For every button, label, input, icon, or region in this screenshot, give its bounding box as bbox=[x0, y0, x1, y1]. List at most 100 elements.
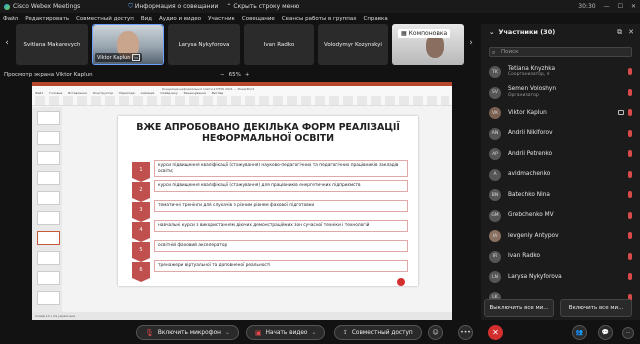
menu-item[interactable]: Сеансы работы в группах bbox=[282, 16, 357, 22]
participant-row[interactable]: GM Grebchenko MV bbox=[489, 206, 634, 226]
menu-item[interactable]: Вид bbox=[141, 16, 152, 22]
zoom-level[interactable]: 65% bbox=[229, 72, 241, 78]
menu-item[interactable]: Аудио и видео bbox=[159, 16, 201, 22]
menu-item[interactable]: Совещание bbox=[242, 16, 275, 22]
menu-item[interactable]: Справка bbox=[363, 16, 387, 22]
zoom-controls: − 65% + bbox=[220, 72, 249, 78]
slide-thumbnail[interactable] bbox=[37, 231, 60, 245]
chevron-down-icon[interactable]: ⌄ bbox=[225, 330, 230, 336]
participant-row[interactable]: VK Viktor Kaplun bbox=[489, 103, 634, 123]
participant-row[interactable]: AN Andrii Nikiforov bbox=[489, 124, 634, 144]
avatar: AN bbox=[489, 127, 501, 140]
participant-row[interactable]: SV Semen Voloshyn Организатор bbox=[489, 83, 634, 103]
menu-item[interactable]: Участник bbox=[208, 16, 235, 22]
mic-muted-icon[interactable] bbox=[628, 88, 632, 96]
menu-item[interactable]: Совместный доступ bbox=[76, 16, 134, 22]
video-tile[interactable]: Volodymyr Kozynskyi bbox=[318, 24, 388, 65]
avatar: BN bbox=[489, 189, 501, 201]
participant-name: Batechko Nina bbox=[508, 191, 550, 198]
slide-thumbnail[interactable] bbox=[37, 111, 60, 125]
shared-screen[interactable]: Концепція неформальної освіти в ІППО 202… bbox=[32, 82, 452, 320]
popout-icon[interactable]: ⧉ bbox=[617, 28, 622, 37]
participant-row[interactable]: LN Larysa Nykyforova bbox=[489, 267, 634, 287]
mic-muted-icon[interactable] bbox=[628, 232, 632, 239]
participant-row[interactable]: IR Ivan Radko bbox=[489, 247, 634, 267]
avatar: LN bbox=[489, 271, 501, 283]
slide-thumbnail[interactable] bbox=[37, 131, 60, 145]
video-tile[interactable]: ▦ Компоновка bbox=[392, 24, 464, 65]
participant-row[interactable]: TK Tetiana Knyzhka Соорганизатор, я bbox=[489, 62, 634, 82]
mic-muted-icon[interactable] bbox=[628, 252, 632, 260]
arrow-number: 6 bbox=[132, 262, 150, 282]
slide-title: ВЖЕ АПРОБОВАНО ДЕКІЛЬКА ФОРМ РЕАЛІЗАЦІЇ … bbox=[136, 122, 400, 144]
more-button[interactable]: ••• bbox=[458, 325, 473, 340]
more-options-button[interactable]: ⋯ bbox=[622, 327, 634, 339]
hide-menu-button[interactable]: ⌃ Скрыть строку меню bbox=[226, 3, 299, 10]
mic-muted-icon[interactable] bbox=[628, 170, 632, 178]
slide-thumbnail[interactable] bbox=[37, 271, 60, 285]
ribbon-tab[interactable]: Рецензування bbox=[184, 91, 206, 95]
participants-toggle-button[interactable]: 👥 bbox=[572, 325, 587, 340]
end-meeting-button[interactable]: ✕ bbox=[488, 325, 503, 340]
slide-thumbnail[interactable] bbox=[37, 151, 60, 165]
participant-search-input[interactable]: ⌕ Поиск bbox=[489, 47, 632, 57]
mic-muted-icon[interactable] bbox=[628, 129, 632, 137]
ribbon-tab[interactable]: Головна bbox=[49, 91, 62, 95]
mic-muted-icon[interactable] bbox=[628, 211, 632, 219]
participant-name: Ievgeniy Antypov bbox=[508, 232, 559, 239]
chevron-down-icon[interactable]: ⌄ bbox=[311, 330, 316, 336]
ribbon-tab[interactable]: Вигляд bbox=[212, 91, 223, 95]
chat-button[interactable]: 💬 bbox=[598, 325, 613, 340]
arrow-number: 5 bbox=[132, 242, 150, 262]
zoom-in-button[interactable]: + bbox=[245, 72, 250, 78]
unmute-all-button[interactable]: Включить все ми... bbox=[560, 299, 632, 317]
ribbon-tab[interactable]: Анімація bbox=[141, 91, 155, 95]
mic-muted-icon[interactable] bbox=[628, 191, 632, 198]
slide-thumbnails bbox=[32, 107, 62, 312]
ribbon-tab[interactable]: Файл bbox=[35, 91, 43, 95]
arrow-number: 4 bbox=[132, 222, 150, 242]
video-tile-active[interactable]: Viktor Kaplun ▭ bbox=[92, 24, 164, 65]
participant-row[interactable]: Aavidmachenko bbox=[489, 165, 634, 185]
mic-muted-icon[interactable] bbox=[628, 150, 632, 157]
unmute-mic-button[interactable]: 🎙 Включить микрофон ⌄ bbox=[136, 325, 239, 340]
meeting-timer: 30:30 bbox=[578, 3, 596, 10]
close-icon[interactable]: ✕ bbox=[631, 3, 636, 10]
slide-thumbnail[interactable] bbox=[37, 171, 60, 185]
maximize-icon[interactable]: ☐ bbox=[618, 3, 623, 10]
mic-muted-icon[interactable] bbox=[628, 68, 632, 75]
ribbon-tab[interactable]: Конструктор bbox=[93, 91, 113, 95]
ribbon-tab[interactable]: Переходи bbox=[119, 91, 135, 95]
participant-row[interactable]: AP Andrii Petrenko bbox=[489, 144, 634, 164]
participant-row[interactable]: IA Ievgeniy Antypov bbox=[489, 226, 634, 246]
tiles-next-arrow-icon[interactable]: › bbox=[466, 38, 476, 50]
share-icon: ⇪ bbox=[343, 329, 348, 336]
ribbon-tab[interactable]: Вставлення bbox=[68, 91, 87, 95]
slide-thumbnail[interactable] bbox=[37, 191, 60, 205]
zoom-out-button[interactable]: − bbox=[220, 72, 225, 78]
meeting-info-button[interactable]: ⛉ Информация о совещании bbox=[128, 3, 218, 11]
slide-thumbnail[interactable] bbox=[37, 291, 60, 305]
tiles-prev-arrow-icon[interactable]: ‹ bbox=[2, 38, 12, 50]
chevron-down-icon[interactable]: ⌄ bbox=[489, 28, 494, 36]
menu-item[interactable]: Файл bbox=[3, 16, 18, 22]
mic-muted-icon[interactable] bbox=[628, 273, 632, 280]
close-panel-icon[interactable]: ✕ bbox=[628, 28, 634, 37]
participant-row[interactable]: BN Batechko Nina bbox=[489, 185, 634, 205]
video-tile[interactable]: Larysa Nykyforova bbox=[168, 24, 240, 65]
mic-muted-icon[interactable] bbox=[628, 109, 632, 116]
reactions-button[interactable]: ☺ bbox=[428, 325, 443, 340]
layout-button[interactable]: ▦ Компоновка bbox=[398, 29, 451, 38]
ribbon-tab[interactable]: Слайд-шоу bbox=[160, 91, 177, 95]
video-tile[interactable]: Ivan Radko bbox=[244, 24, 314, 65]
start-video-button[interactable]: ▣ Начать видео ⌄ bbox=[246, 325, 326, 340]
slide-thumbnail[interactable] bbox=[37, 211, 60, 225]
share-button[interactable]: ⇪ Совместный доступ bbox=[334, 325, 422, 340]
menu-item[interactable]: Редактировать bbox=[25, 16, 69, 22]
video-tile[interactable]: Svitlana Makarevych bbox=[16, 24, 88, 65]
slide-thumbnail[interactable] bbox=[37, 251, 60, 265]
numbered-arrows: 123456 bbox=[132, 162, 150, 282]
mute-all-button[interactable]: Выключить все ми... bbox=[484, 299, 554, 317]
minimize-icon[interactable]: — bbox=[604, 3, 610, 10]
webex-logo-icon bbox=[4, 3, 10, 10]
